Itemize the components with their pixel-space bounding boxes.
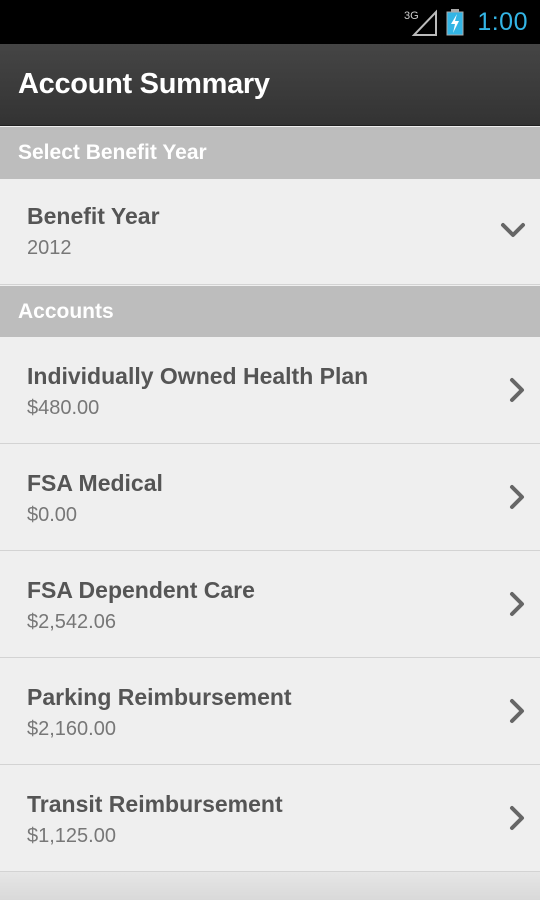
chevron-right-icon <box>510 806 524 830</box>
benefit-year-value: 2012 <box>27 237 72 259</box>
chevron-right-icon <box>510 378 524 402</box>
account-row-transit-reimbursement[interactable]: Transit Reimbursement $1,125.00 <box>0 765 540 872</box>
battery-charging-icon <box>446 9 464 36</box>
account-amount: $2,542.06 <box>27 611 116 633</box>
account-name: FSA Dependent Care <box>27 577 255 603</box>
account-amount: $1,125.00 <box>27 825 116 847</box>
benefit-year-selector[interactable]: Benefit Year 2012 <box>0 179 540 285</box>
chevron-right-icon <box>510 592 524 616</box>
account-row-fsa-dependent-care[interactable]: FSA Dependent Care $2,542.06 <box>0 551 540 658</box>
chevron-right-icon <box>510 699 524 723</box>
account-row-parking-reimbursement[interactable]: Parking Reimbursement $2,160.00 <box>0 658 540 765</box>
account-name: Transit Reimbursement <box>27 791 283 817</box>
account-amount: $2,160.00 <box>27 718 116 740</box>
signal-3g-icon: 3G <box>404 9 437 36</box>
chevron-down-icon <box>501 223 525 237</box>
account-name: FSA Medical <box>27 470 163 496</box>
account-row-fsa-medical[interactable]: FSA Medical $0.00 <box>0 444 540 551</box>
network-type-label: 3G <box>404 10 419 22</box>
benefit-year-label: Benefit Year <box>27 203 160 229</box>
account-amount: $0.00 <box>27 504 78 526</box>
chevron-right-icon <box>510 485 524 509</box>
status-bar: 3G 1:00 <box>0 0 540 44</box>
page-title: Account Summary <box>18 68 270 100</box>
account-name: Individually Owned Health Plan <box>27 363 369 389</box>
status-clock: 1:00 <box>477 8 528 36</box>
list-bottom-edge <box>0 872 540 900</box>
section-header-accounts: Accounts <box>0 286 540 338</box>
account-name: Parking Reimbursement <box>27 684 292 710</box>
account-amount: $480.00 <box>27 397 100 419</box>
account-row-individually-owned-health-plan[interactable]: Individually Owned Health Plan $480.00 <box>0 337 540 444</box>
section-header-benefit-year: Select Benefit Year <box>0 127 540 179</box>
action-bar: Account Summary <box>0 44 540 126</box>
